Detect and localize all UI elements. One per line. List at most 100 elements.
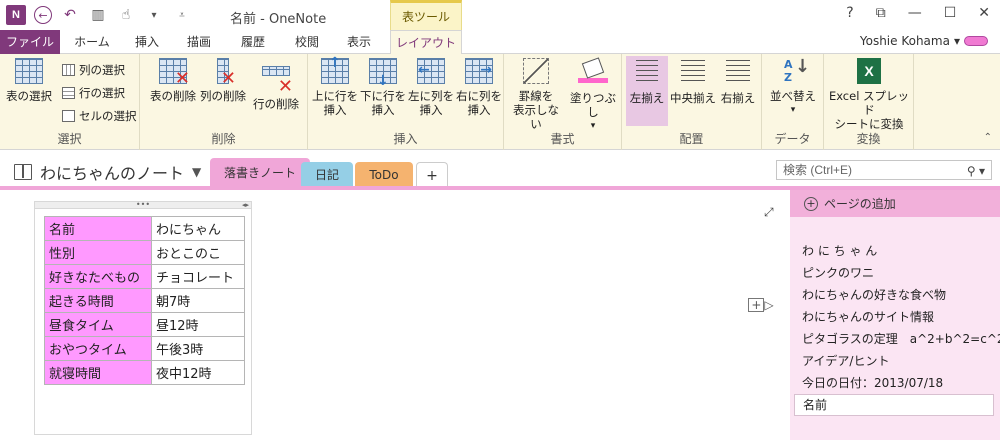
back-icon[interactable]: ←: [34, 6, 52, 24]
table-key-cell[interactable]: 好きなたべもの: [44, 264, 152, 289]
window-controls: ? ⧉ — ☐ ✕: [846, 5, 990, 21]
table-row: 性別 おとこのこ: [44, 240, 245, 265]
help-icon[interactable]: ?: [846, 5, 853, 21]
full-page-view-icon[interactable]: ⤢: [764, 205, 774, 220]
table-value-cell[interactable]: 昼12時: [151, 312, 245, 337]
user-dropdown-icon[interactable]: ▾: [954, 34, 960, 48]
close-icon[interactable]: ✕: [978, 5, 990, 21]
align-right-button[interactable]: 右揃え: [718, 58, 758, 105]
table-row: 好きなたべもの チョコレート: [44, 264, 245, 289]
notebook-bar: わにちゃんのノート ▼ 落書きノート 日記 ToDo + 検索 (Ctrl+E)…: [0, 150, 1000, 188]
delete-columns-icon: ✕: [208, 58, 238, 88]
ribbon-group-data: A Z ↓ 並べ替え ▾ データ: [762, 54, 824, 150]
undo-icon[interactable]: ↶: [60, 5, 80, 25]
section-tab-diary[interactable]: 日記: [301, 162, 353, 188]
page-item[interactable]: わ に ち ゃ ん: [802, 242, 877, 259]
dock-to-desktop-icon[interactable]: ▥: [88, 5, 108, 25]
insert-column-right-button[interactable]: → 右に列を 挿入: [456, 58, 502, 117]
insert-above-icon: ↑: [320, 56, 350, 86]
tab-file[interactable]: ファイル: [0, 30, 60, 54]
table-key-cell[interactable]: 昼食タイム: [44, 312, 152, 337]
table-value-cell[interactable]: わにちゃん: [151, 216, 245, 241]
paint-bucket-icon: [578, 57, 608, 88]
collapse-ribbon-icon[interactable]: ⌃: [984, 132, 992, 143]
user-account[interactable]: Yoshie Kohama ▾: [860, 34, 988, 48]
section-tab-rakugaki[interactable]: 落書きノート: [210, 158, 311, 188]
container-move-handle[interactable]: ••• ◂▸: [35, 201, 251, 209]
container-resize-icon[interactable]: ◂▸: [242, 202, 249, 209]
add-page-button[interactable]: + ページの追加: [790, 190, 1000, 217]
profile-table[interactable]: 名前 わにちゃん 性別 おとこのこ 好きなたべもの チョコレート 起きる時間 朝7時 昼食タイム…: [44, 216, 245, 385]
add-section-tab[interactable]: +: [416, 162, 448, 188]
align-center-button[interactable]: 中央揃え: [670, 58, 716, 105]
page-item[interactable]: アイデア/ヒント: [802, 352, 889, 369]
table-value-cell[interactable]: 夜中12時: [151, 360, 245, 385]
delete-columns-button[interactable]: ✕ 列の削除: [198, 58, 248, 103]
tab-history[interactable]: 履歴: [230, 30, 276, 54]
page-item[interactable]: わにちゃんのサイト情報: [802, 308, 934, 325]
table-value-cell[interactable]: チョコレート: [151, 264, 245, 289]
touch-mode-icon[interactable]: ☝: [116, 5, 136, 25]
delete-table-button[interactable]: ✕ 表の削除: [148, 58, 198, 103]
shading-button[interactable]: 塗りつぶし ▾: [566, 57, 620, 133]
notebook-dropdown-icon[interactable]: ▼: [192, 165, 201, 179]
select-columns-button[interactable]: 列の選択: [62, 62, 125, 78]
tab-view[interactable]: 表示: [336, 30, 382, 54]
delete-rows-button[interactable]: ✕ 行の削除: [250, 58, 302, 111]
ribbon-group-format: 罫線を 表示しない 塗りつぶし ▾ 書式: [504, 54, 622, 150]
minimize-icon[interactable]: —: [908, 5, 922, 21]
select-cell-button[interactable]: セルの選択: [62, 108, 137, 124]
display-options-icon[interactable]: ⧉: [876, 5, 886, 21]
table-value-cell[interactable]: おとこのこ: [151, 240, 245, 265]
insert-row-below-button[interactable]: ↓ 下に行を 挿入: [360, 58, 406, 117]
quick-access-toolbar: N ← ↶ ▥ ☝ ▾ ⩡: [6, 5, 192, 25]
page-item[interactable]: わにちゃんの好きな食べ物: [802, 286, 946, 303]
delete-table-icon: ✕: [158, 58, 190, 88]
group-label-delete: 削除: [211, 132, 236, 146]
table-key-cell[interactable]: 起きる時間: [44, 288, 152, 313]
select-rows-button[interactable]: 行の選択: [62, 85, 125, 101]
section-tab-todo[interactable]: ToDo: [355, 162, 413, 188]
touch-dropdown-icon[interactable]: ▾: [144, 5, 164, 25]
insert-row-above-button[interactable]: ↑ 上に行を 挿入: [312, 56, 358, 117]
sort-button[interactable]: A Z ↓ 並べ替え ▾: [766, 58, 820, 117]
tab-draw[interactable]: 描画: [176, 30, 222, 54]
page-item[interactable]: ピタゴラスの定理 a^2+b^2=c^2: [802, 330, 1000, 347]
tab-insert[interactable]: 挿入: [124, 30, 170, 54]
sort-az-icon: A Z ↓: [784, 56, 811, 85]
group-label-insert: 挿入: [393, 132, 418, 146]
user-name: Yoshie Kohama: [859, 34, 950, 48]
page-item[interactable]: ピンクのワニ: [802, 264, 874, 281]
search-input[interactable]: 検索 (Ctrl+E) ⚲ ▾: [776, 160, 992, 180]
insert-column-left-button[interactable]: ← 左に列を 挿入: [408, 58, 454, 117]
page-item[interactable]: 今日の日付：2013/07/18: [802, 374, 943, 391]
tab-review[interactable]: 校閲: [284, 30, 330, 54]
table-key-cell[interactable]: おやつタイム: [44, 336, 152, 361]
note-container[interactable]: ••• ◂▸ 名前 わにちゃん 性別 おとこのこ 好きなたべもの チョコレート 起きる時間 朝7…: [34, 201, 252, 435]
align-left-button[interactable]: 左揃え: [626, 56, 668, 126]
add-space-icon[interactable]: + ▷: [748, 297, 774, 313]
table-key-cell[interactable]: 就寝時間: [44, 360, 152, 385]
ribbon-group-delete: ✕ 表の削除 ✕ 列の削除 ✕ 行の削除 削除: [140, 54, 308, 150]
onenote-logo-icon[interactable]: N: [6, 5, 26, 25]
ribbon-group-convert: X Excel スプレッド シートに変換 変換: [824, 54, 914, 150]
hide-borders-button[interactable]: 罫線を 表示しない: [508, 58, 564, 131]
align-right-icon: [723, 60, 753, 88]
sort-dropdown-icon[interactable]: ▾: [766, 103, 820, 117]
notebook-selector[interactable]: わにちゃんのノート ▼: [14, 160, 201, 184]
convert-to-excel-button[interactable]: X Excel スプレッド シートに変換: [826, 58, 912, 131]
tab-home[interactable]: ホーム: [64, 30, 120, 54]
maximize-icon[interactable]: ☐: [944, 5, 957, 21]
tab-layout[interactable]: レイアウト: [390, 30, 462, 55]
table-value-cell[interactable]: 朝7時: [151, 288, 245, 313]
search-icon[interactable]: ⚲ ▾: [967, 162, 985, 180]
select-table-button[interactable]: 表の選択: [4, 58, 54, 103]
table-key-cell[interactable]: 名前: [44, 216, 152, 241]
table-key-cell[interactable]: 性別: [44, 240, 152, 265]
page-canvas[interactable]: ••• ◂▸ 名前 わにちゃん 性別 おとこのこ 好きなたべもの チョコレート 起きる時間 朝7…: [0, 190, 790, 440]
table-value-cell[interactable]: 午後3時: [151, 336, 245, 361]
customize-qat-icon[interactable]: ⩡: [172, 5, 192, 25]
page-item-active[interactable]: 名前: [794, 394, 994, 416]
align-center-icon: [678, 60, 708, 88]
ribbon-group-alignment: 左揃え 中央揃え 右揃え 配置: [622, 54, 762, 150]
